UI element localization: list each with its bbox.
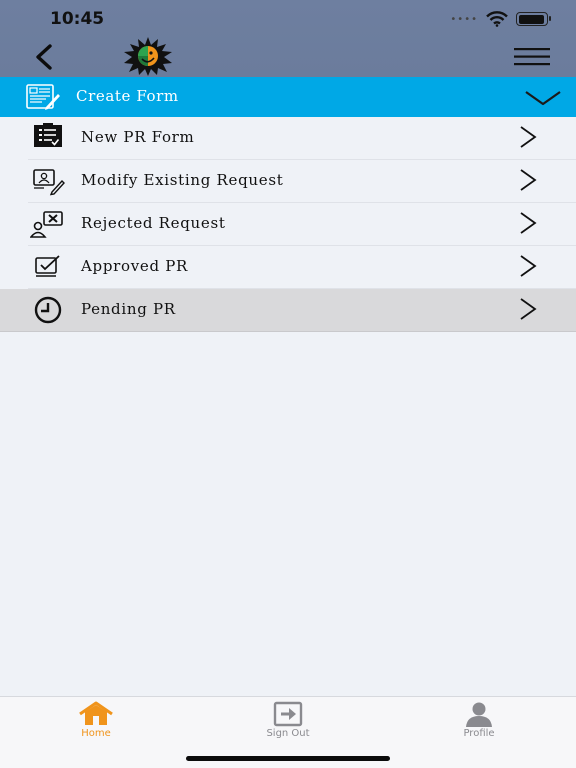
menu-item-label: Modify Existing Request xyxy=(81,171,284,189)
menu-button[interactable] xyxy=(514,46,550,68)
section-title: Create Form xyxy=(76,87,179,105)
menu-item-label: Rejected Request xyxy=(81,214,226,232)
app-logo xyxy=(117,36,179,76)
sign-out-icon xyxy=(270,701,306,727)
hamburger-menu-icon xyxy=(514,48,550,66)
tab-home[interactable]: Home xyxy=(36,697,156,747)
menu-item-modify-existing-request[interactable]: Modify Existing Request xyxy=(0,160,576,203)
wifi-icon xyxy=(486,11,508,27)
status-time: 10:45 xyxy=(50,9,105,29)
tab-label: Home xyxy=(81,728,111,739)
menu-item-approved-pr[interactable]: Approved PR xyxy=(0,246,576,289)
tab-label: Sign Out xyxy=(266,728,310,739)
status-indicators: •••• xyxy=(450,11,551,27)
edit-request-icon xyxy=(30,166,66,196)
approved-check-icon xyxy=(30,252,66,282)
menu-item-label: Pending PR xyxy=(81,300,176,318)
menu-list: New PR Form Modify Existing Request Reje… xyxy=(0,117,576,332)
tab-label: Profile xyxy=(463,728,495,739)
clock-icon xyxy=(30,295,66,325)
home-indicator[interactable] xyxy=(186,756,390,761)
menu-item-new-pr-form[interactable]: New PR Form xyxy=(0,117,576,160)
chevron-right-icon xyxy=(518,297,538,321)
chevron-left-icon xyxy=(36,44,52,70)
battery-icon xyxy=(516,12,551,26)
chevron-right-icon xyxy=(518,211,538,235)
tab-profile[interactable]: Profile xyxy=(419,697,539,747)
rejected-user-icon xyxy=(29,209,66,239)
app-header: 10:45 •••• xyxy=(0,0,576,77)
menu-item-label: Approved PR xyxy=(81,257,189,275)
chevron-right-icon xyxy=(518,125,538,149)
chevron-right-icon xyxy=(518,168,538,192)
chevron-down-icon[interactable] xyxy=(524,90,562,106)
sun-logo-icon xyxy=(124,37,172,76)
create-form-section-header[interactable]: Create Form xyxy=(0,77,576,117)
back-button[interactable] xyxy=(28,41,62,73)
profile-icon xyxy=(461,701,497,727)
cellular-signal-icon: •••• xyxy=(450,13,478,25)
form-document-icon xyxy=(24,83,62,111)
menu-item-pending-pr[interactable]: Pending PR xyxy=(0,289,576,332)
clipboard-list-icon xyxy=(30,123,66,153)
menu-item-label: New PR Form xyxy=(81,128,195,146)
battery-level xyxy=(518,14,545,24)
chevron-right-icon xyxy=(518,254,538,278)
tab-sign-out[interactable]: Sign Out xyxy=(228,697,348,747)
menu-item-rejected-request[interactable]: Rejected Request xyxy=(0,203,576,246)
home-icon xyxy=(78,701,114,727)
